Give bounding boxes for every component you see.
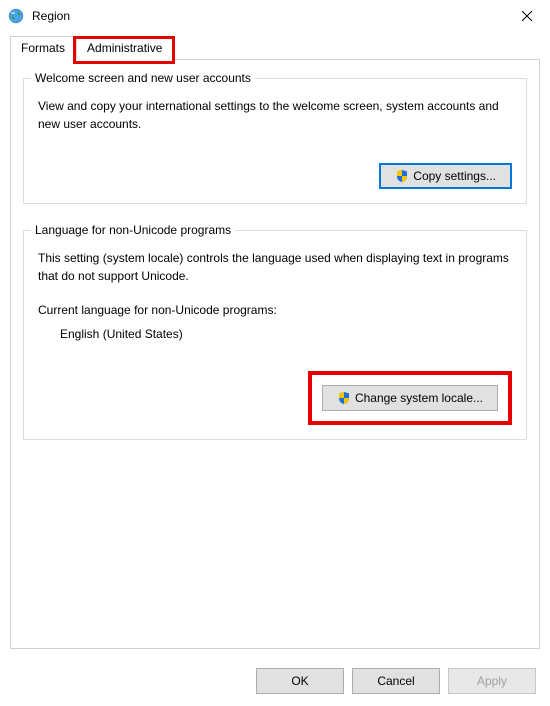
content-area: Formats Administrative Welcome screen an… — [0, 36, 550, 649]
welcome-groupbox: Welcome screen and new user accounts Vie… — [23, 78, 527, 204]
shield-icon — [337, 391, 351, 405]
current-language-label: Current language for non-Unicode program… — [38, 303, 512, 317]
highlight-change-locale: Change system locale... — [308, 371, 512, 425]
close-button[interactable] — [504, 0, 550, 32]
globe-icon — [8, 8, 24, 24]
welcome-legend: Welcome screen and new user accounts — [31, 71, 255, 85]
change-system-locale-button[interactable]: Change system locale... — [322, 385, 498, 411]
nonunicode-groupbox: Language for non-Unicode programs This s… — [23, 230, 527, 440]
dialog-buttons: OK Cancel Apply — [256, 668, 536, 694]
copy-settings-button[interactable]: Copy settings... — [379, 163, 512, 189]
nonunicode-legend: Language for non-Unicode programs — [31, 223, 235, 237]
shield-icon — [395, 169, 409, 183]
nonunicode-description: This setting (system locale) controls th… — [38, 249, 512, 285]
copy-settings-label: Copy settings... — [413, 169, 496, 183]
tab-administrative[interactable]: Administrative — [76, 36, 173, 60]
apply-button[interactable]: Apply — [448, 668, 536, 694]
titlebar: Region — [0, 0, 550, 32]
tab-formats[interactable]: Formats — [10, 36, 76, 60]
tab-panel-administrative: Welcome screen and new user accounts Vie… — [10, 59, 540, 649]
current-language-value: English (United States) — [60, 327, 512, 341]
window-title: Region — [32, 9, 70, 23]
welcome-description: View and copy your international setting… — [38, 97, 512, 133]
ok-button[interactable]: OK — [256, 668, 344, 694]
cancel-button[interactable]: Cancel — [352, 668, 440, 694]
tab-strip: Formats Administrative — [10, 36, 540, 60]
change-system-locale-label: Change system locale... — [355, 391, 483, 405]
region-dialog: Region Formats Administrative Welcome sc… — [0, 0, 550, 706]
